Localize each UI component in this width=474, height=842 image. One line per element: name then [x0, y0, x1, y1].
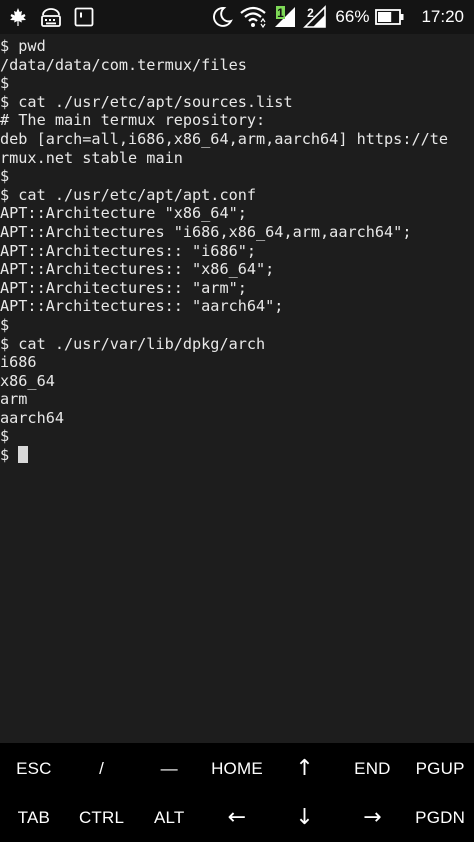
signal-sim1-icon: 1 — [273, 5, 297, 29]
key-end[interactable]: END — [339, 744, 407, 793]
terminal-line: APT::Architectures:: "arm"; — [0, 278, 247, 297]
key-ctrl[interactable]: CTRL — [68, 793, 136, 842]
terminal-line: APT::Architectures:: "aarch64"; — [0, 297, 284, 316]
terminal-line: $ cat ./usr/etc/apt/sources.list — [0, 92, 293, 111]
extra-keys-bar: ESC / — HOME ↑ END PGUP TAB CTRL ALT ← ↓ → PGDN — [0, 743, 474, 842]
battery-percent: 66% — [335, 7, 370, 26]
battery-icon — [375, 8, 405, 26]
extra-keys-row-2: TAB CTRL ALT ← ↓ → PGDN — [0, 793, 474, 842]
key-arrow-left[interactable]: ← — [203, 793, 271, 842]
status-bar: 1 2 66% 17:20 — [0, 0, 474, 34]
terminal-line: $ — [0, 74, 10, 93]
terminal-line: APT::Architectures:: "x86_64"; — [0, 260, 275, 279]
terminal-line: APT::Architectures:: "i686"; — [0, 241, 257, 260]
terminal-line: rmux.net stable main — [0, 148, 183, 167]
terminal-cursor — [18, 446, 29, 464]
sim2-label: 2 — [308, 6, 315, 20]
terminal-line: APT::Architectures "i686,x86_64,arm,aarc… — [0, 222, 412, 241]
terminal-line: $ — [0, 167, 10, 186]
terminal-line: x86_64 — [0, 371, 55, 390]
terminal-notification-icon — [74, 7, 94, 27]
terminal-line: arm — [0, 390, 28, 409]
key-tab[interactable]: TAB — [0, 793, 68, 842]
clock: 17:20 — [421, 7, 464, 26]
terminal-output[interactable]: $ pwd/data/data/com.termux/files $ $ cat .… — [0, 37, 474, 737]
maple-leaf-icon — [8, 7, 28, 27]
extra-keys-row-1: ESC / — HOME ↑ END PGUP — [0, 744, 474, 793]
key-dash[interactable]: — — [135, 744, 203, 793]
status-bar-left — [8, 4, 94, 30]
key-pgdn[interactable]: PGDN — [406, 793, 474, 842]
terminal-line: $ — [0, 427, 10, 446]
prompt: $ — [0, 446, 19, 465]
key-pgup[interactable]: PGUP — [406, 744, 474, 793]
key-esc[interactable]: ESC — [0, 744, 68, 793]
key-arrow-right[interactable]: → — [339, 793, 407, 842]
terminal-line: APT::Architecture "x86_64"; — [0, 204, 247, 223]
key-home[interactable]: HOME — [203, 744, 271, 793]
wifi-icon — [239, 6, 267, 28]
key-alt[interactable]: ALT — [135, 793, 203, 842]
terminal-line: deb [arch=all,i686,x86_64,arm,aarch64] h… — [0, 129, 449, 148]
terminal-line: i686 — [0, 353, 37, 372]
key-arrow-down[interactable]: ↓ — [271, 793, 339, 842]
terminal-prompt-line[interactable]: $ — [0, 446, 474, 465]
sim1-label: 1 — [278, 6, 285, 20]
keyboard-icon — [40, 7, 62, 27]
status-bar-right: 1 2 66% 17:20 — [211, 4, 464, 30]
key-slash[interactable]: / — [68, 744, 136, 793]
terminal-line: $ cat ./usr/var/lib/dpkg/arch — [0, 334, 266, 353]
terminal-line: $ pwd — [0, 37, 46, 55]
terminal-line: aarch64 — [0, 408, 65, 427]
terminal-line: $ cat ./usr/etc/apt/apt.conf — [0, 185, 257, 204]
terminal-line: # The main termux repository: — [0, 111, 266, 130]
terminal-line: $ — [0, 315, 10, 334]
key-arrow-up[interactable]: ↑ — [271, 744, 339, 793]
signal-sim2-icon: 2 — [303, 5, 327, 29]
terminal-line: /data/data/com.termux/files — [0, 55, 247, 74]
moon-icon — [211, 6, 234, 28]
